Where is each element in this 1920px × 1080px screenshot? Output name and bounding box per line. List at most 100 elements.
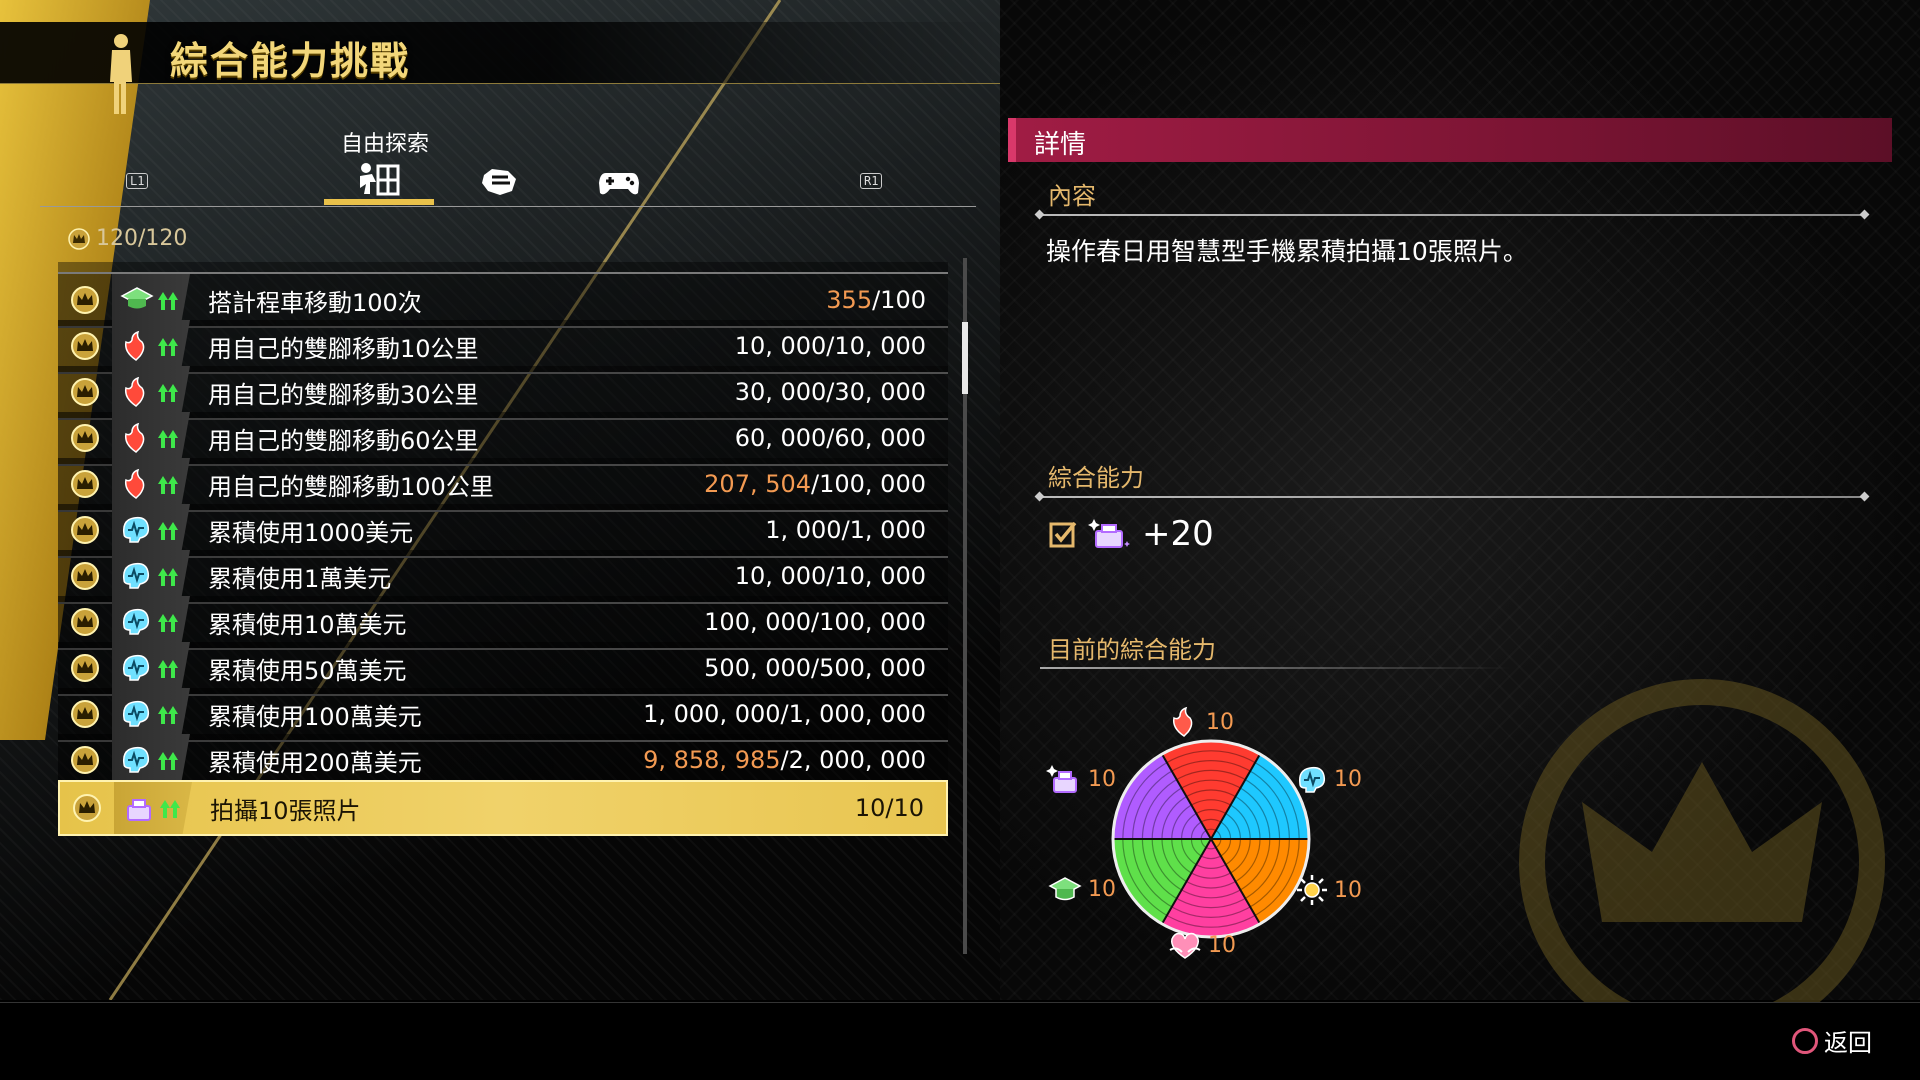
content-section-title: 內容 <box>1048 182 1096 210</box>
completion-count: 120/120 <box>96 226 188 251</box>
challenge-progress: 1, 000/1, 000 <box>765 516 926 544</box>
challenge-label: 用自己的雙腳移動10公里 <box>208 334 479 363</box>
detail-header-label: 詳情 <box>1034 130 1087 160</box>
sun-icon <box>1297 875 1327 905</box>
progress-current: 355 <box>826 286 873 314</box>
fist-icon <box>482 169 516 195</box>
progress-target: 1, 000, 000/1, 000, 000 <box>643 700 926 728</box>
challenge-progress: 1, 000, 000/1, 000, 000 <box>643 700 926 728</box>
stat-passion: 10 <box>1168 706 1234 738</box>
tab-explore[interactable] <box>324 159 434 205</box>
progress-target: 60, 000/60, 000 <box>734 424 926 452</box>
stat-up-icon <box>112 366 190 418</box>
bonus-value: +20 <box>1142 514 1214 554</box>
stat-confidence: 10 <box>1296 764 1362 794</box>
progress-target: /2, 000, 000 <box>780 746 927 774</box>
stat-smarts-value: 10 <box>1088 876 1116 902</box>
stat-charisma: 10 <box>1296 874 1362 906</box>
crown-coin-icon <box>58 734 112 786</box>
crown-coin-icon <box>68 227 90 250</box>
challenge-progress: 100, 000/100, 000 <box>704 608 926 636</box>
challenge-label: 用自己的雙腳移動100公里 <box>208 472 494 501</box>
stat-charisma-value: 10 <box>1334 877 1362 903</box>
challenge-label: 累積使用200萬美元 <box>208 748 422 777</box>
crown-coin-icon <box>58 688 112 740</box>
list-item-selected[interactable]: 拍攝10張照片 10/10 <box>58 780 948 836</box>
progress-target: 1, 000/1, 000 <box>765 516 926 544</box>
ability-section-title: 綜合能力 <box>1048 464 1144 492</box>
crown-coin-icon <box>58 274 112 326</box>
stat-up-icon <box>112 504 190 556</box>
challenge-progress: 355/100 <box>826 286 926 314</box>
challenge-progress: 10, 000/10, 000 <box>735 562 926 590</box>
checkbox-icon <box>1049 521 1077 548</box>
stat-kindness-value: 10 <box>1208 932 1236 958</box>
crown-coin-icon <box>58 550 112 602</box>
progress-current: 9, 858, 985 <box>643 746 781 774</box>
crown-coin-icon <box>58 642 112 694</box>
title-bar: 綜合能力挑戰 <box>0 22 1000 114</box>
stat-up-icon <box>112 550 190 602</box>
current-ability-title: 目前的綜合能力 <box>1048 636 1216 664</box>
tab-battle[interactable] <box>444 159 554 205</box>
progress-current: 207, 504 <box>704 470 812 498</box>
progress-target: /100 <box>872 286 926 314</box>
crown-coin-icon <box>58 504 112 556</box>
back-button[interactable]: 返回 <box>1792 1023 1872 1058</box>
crown-coin-icon <box>58 412 112 464</box>
ability-wheel <box>1111 739 1311 939</box>
content-description: 操作春日用智慧型手機累積拍攝10張照片。 <box>1046 237 1528 266</box>
ability-divider <box>1040 496 1864 498</box>
ability-bonus: +20 <box>1048 514 1214 554</box>
stat-up-icon <box>114 782 192 834</box>
progress-target: 30, 000/30, 000 <box>734 378 926 406</box>
figure-icon <box>360 163 400 196</box>
style-stat-icon <box>1088 519 1130 548</box>
crown-watermark-icon <box>1519 679 1885 1045</box>
challenge-progress: 10, 000/10, 000 <box>735 332 926 360</box>
challenge-label: 用自己的雙腳移動30公里 <box>208 380 479 409</box>
progress-target: 10, 000/10, 000 <box>734 562 926 590</box>
controller-icon <box>599 173 639 195</box>
progress-target: 100, 000/100, 000 <box>704 608 926 636</box>
challenge-label: 拍攝10張照片 <box>210 796 361 825</box>
stat-kindness: 10 <box>1168 930 1236 960</box>
progress-target: 500, 000/500, 000 <box>704 654 926 682</box>
stat-passion-value: 10 <box>1206 709 1234 735</box>
stat-up-icon <box>112 274 190 326</box>
l1-button-hint[interactable]: L1 <box>126 173 149 189</box>
stat-up-icon <box>112 320 190 372</box>
challenge-label: 累積使用1萬美元 <box>208 564 392 593</box>
graduation-cap-icon <box>1048 877 1082 901</box>
crown-coin-icon <box>58 366 112 418</box>
detail-header: 詳情 <box>1008 118 1892 162</box>
scrollbar-thumb[interactable] <box>962 322 968 394</box>
person-icon <box>110 34 132 114</box>
progress-target: 10/10 <box>854 794 924 822</box>
challenge-label: 累積使用100萬美元 <box>208 702 422 731</box>
challenge-label: 累積使用1000美元 <box>208 518 414 547</box>
completion-total: 120/120 <box>68 226 187 251</box>
challenge-list: 搭計程車移動100次 355/100 用自己的雙腳移動10公里 10, 000/10,… <box>58 262 948 952</box>
stat-up-icon <box>112 596 190 648</box>
confidence-icon <box>1298 766 1326 793</box>
back-label: 返回 <box>1824 1029 1872 1057</box>
content-divider <box>1040 214 1864 216</box>
r1-button-hint[interactable]: R1 <box>860 173 883 189</box>
stat-up-icon <box>112 688 190 740</box>
tab-minigame[interactable] <box>564 159 674 205</box>
list-item-cut <box>58 262 948 274</box>
challenge-progress: 30, 000/30, 000 <box>735 378 926 406</box>
category-tabs: L1 R1 <box>40 155 976 207</box>
crown-coin-icon <box>58 320 112 372</box>
crown-coin-icon <box>58 596 112 648</box>
heart-hands-icon <box>1169 932 1201 959</box>
stat-up-icon <box>112 412 190 464</box>
stat-smarts: 10 <box>1048 874 1116 904</box>
challenge-label: 累積使用10萬美元 <box>208 610 407 639</box>
stat-up-icon <box>112 642 190 694</box>
stat-up-icon <box>112 458 190 510</box>
challenge-progress: 9, 858, 985/2, 000, 000 <box>643 746 926 774</box>
stat-up-icon <box>112 734 190 786</box>
challenge-progress: 207, 504/100, 000 <box>704 470 926 498</box>
